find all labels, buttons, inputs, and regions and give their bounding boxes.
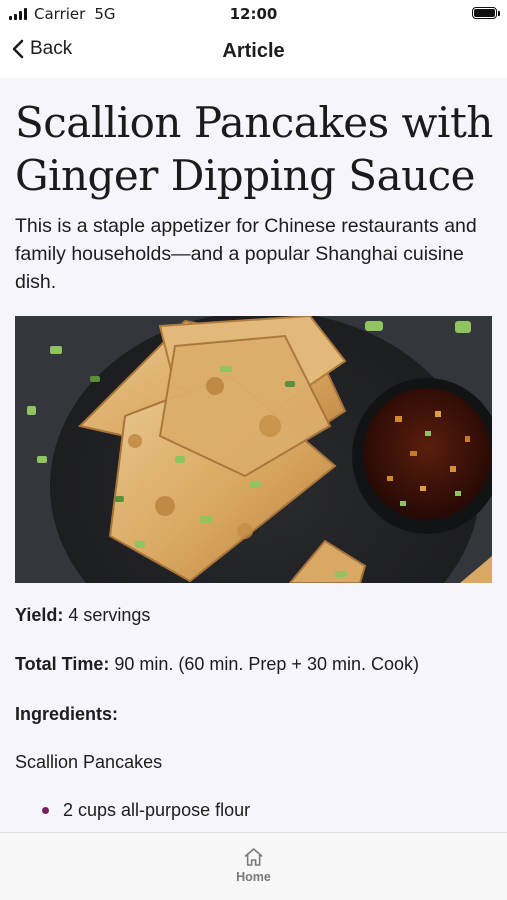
nav-bar: Back Article xyxy=(0,28,507,78)
yield-label: Yield: xyxy=(15,605,64,625)
article-title: Scallion Pancakes with Ginger Dipping Sa… xyxy=(15,98,493,200)
tab-bar: Home xyxy=(0,832,507,900)
tab-home-label: Home xyxy=(236,870,271,884)
nav-title: Article xyxy=(222,40,285,62)
article-intro: This is a staple appetizer for Chinese r… xyxy=(15,215,477,293)
total-time-value: 90 min. (60 min. Prep + 30 min. Cook) xyxy=(114,654,419,674)
tab-home[interactable]: Home xyxy=(236,847,271,884)
status-bar: Carrier 5G 12:00 xyxy=(0,0,507,28)
ingredient-group-title: Scallion Pancakes xyxy=(15,752,163,772)
total-time-line: Total Time: 90 min. (60 min. Prep + 30 m… xyxy=(15,654,419,675)
home-icon xyxy=(244,848,263,866)
ingredient-list: 2 cups all-purpose flour xyxy=(15,798,250,822)
status-time: 12:00 xyxy=(229,5,278,23)
yield-value: 4 servings xyxy=(68,605,151,625)
article-content[interactable]: Scallion Pancakes with Ginger Dipping Sa… xyxy=(0,78,507,832)
battery-icon xyxy=(472,7,500,19)
yield-line: Yield: 4 servings xyxy=(15,605,150,626)
ingredient-item: 2 cups all-purpose flour xyxy=(15,798,250,822)
total-time-label: Total Time: xyxy=(15,654,110,674)
bullet-icon xyxy=(42,807,49,814)
hero-image xyxy=(15,316,492,583)
ingredient-text: 2 cups all-purpose flour xyxy=(63,800,251,820)
ingredients-heading: Ingredients: xyxy=(15,704,119,724)
